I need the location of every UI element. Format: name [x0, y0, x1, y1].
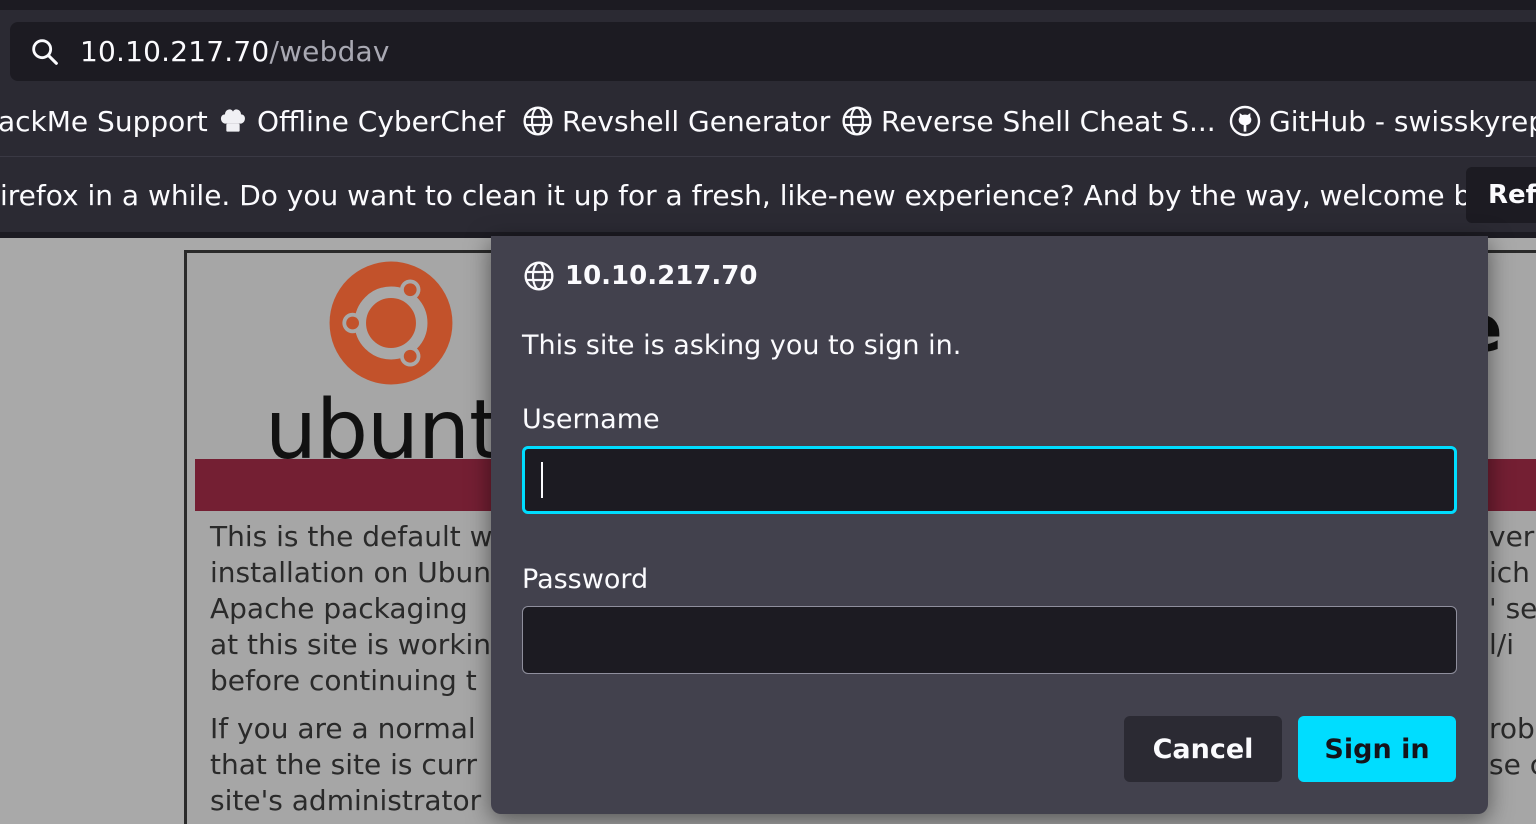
body-text-left: This is the default w installation on Ub…	[210, 519, 493, 699]
text-line: This is the default w	[210, 520, 493, 553]
bookmark-label: Offline CyberChef	[257, 104, 505, 138]
text-line: l/i	[1489, 628, 1514, 661]
body-text-right-2: roba se c	[1489, 711, 1536, 783]
body-text-right: ver ich ' se l/i	[1489, 519, 1536, 663]
password-input[interactable]	[522, 606, 1457, 674]
text-line: before continuing t	[210, 664, 477, 697]
text-line: at this site is workin	[210, 628, 492, 661]
username-input[interactable]	[522, 446, 1457, 514]
cancel-button[interactable]: Cancel	[1124, 716, 1282, 782]
text-line: se c	[1489, 748, 1536, 781]
globe-icon	[523, 106, 553, 136]
url-host: 10.10.217.70	[80, 35, 270, 68]
bookmark-label: Revshell Generator	[562, 104, 831, 138]
refresh-button[interactable]: Refresh	[1466, 167, 1536, 223]
text-line: Apache packaging	[210, 592, 468, 625]
globe-icon	[524, 261, 554, 291]
bookmark-reverse-shell-cheat-sheet[interactable]: Reverse Shell Cheat S...	[841, 86, 1216, 156]
bookmark-ackme-support[interactable]: ackMe Support	[0, 86, 208, 156]
bookmark-offline-cyberchef[interactable]: Offline CyberChef	[217, 86, 505, 156]
notification-message: irefox in a while. Do you want to clean …	[0, 178, 1532, 212]
bookmark-revshell-generator[interactable]: Revshell Generator	[522, 86, 830, 156]
text-line: ver	[1489, 520, 1535, 553]
bookmarks-toolbar: ackMe Support Offline CyberChef Revshell…	[0, 86, 1536, 156]
dialog-prompt: This site is asking you to sign in.	[522, 330, 962, 361]
bookmark-label: Reverse Shell Cheat S...	[881, 104, 1216, 138]
text-line: that the site is curr	[210, 748, 478, 781]
chef-hat-icon	[221, 109, 245, 132]
url-path: /webdav	[269, 35, 390, 68]
bookmark-label: GitHub - swisskyrepo	[1269, 104, 1536, 138]
window-top-strip	[0, 0, 1536, 10]
url-text[interactable]: 10.10.217.70/webdav	[80, 35, 390, 68]
password-label: Password	[522, 564, 649, 595]
globe-icon	[842, 106, 872, 136]
navigation-toolbar: 10.10.217.70/webdav	[0, 10, 1536, 86]
url-bar[interactable]: 10.10.217.70/webdav	[10, 22, 1536, 81]
dialog-host-row: 10.10.217.70	[523, 260, 757, 292]
http-auth-dialog: 10.10.217.70 This site is asking you to …	[491, 236, 1488, 814]
bookmark-github-swisskyrepo[interactable]: GitHub - swisskyrepo	[1229, 86, 1536, 156]
text-line: ich	[1489, 556, 1530, 589]
sign-in-button[interactable]: Sign in	[1298, 716, 1456, 782]
text-line: If you are a normal	[210, 712, 476, 745]
text-line: roba	[1489, 712, 1536, 745]
search-icon	[32, 38, 58, 65]
text-line: site's administrator	[210, 784, 482, 817]
ubuntu-logo-icon	[329, 261, 453, 385]
text-caret	[541, 462, 543, 498]
refresh-notification-bar: irefox in a while. Do you want to clean …	[0, 156, 1536, 232]
bookmark-label: ackMe Support	[0, 104, 208, 138]
dialog-host: 10.10.217.70	[565, 261, 758, 291]
body-text-left-2: If you are a normal that the site is cur…	[210, 711, 481, 819]
username-label: Username	[522, 404, 660, 435]
github-icon	[1229, 105, 1261, 137]
text-line: ' se	[1489, 592, 1536, 625]
text-line: installation on Ubun	[210, 556, 492, 589]
